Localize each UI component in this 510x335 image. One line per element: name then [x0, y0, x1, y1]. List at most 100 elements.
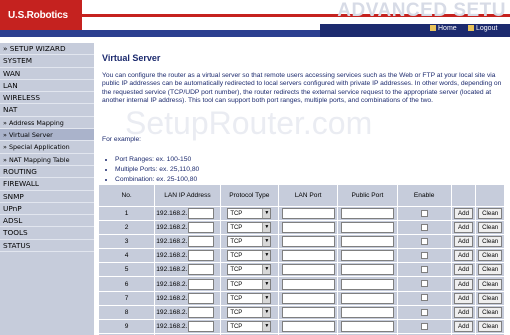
sidebar-item-nat[interactable]: NAT	[0, 104, 94, 117]
sidebar-item-wireless[interactable]: WIRELESS	[0, 92, 94, 105]
protocol-select[interactable]: TCP ▼	[227, 222, 272, 234]
clean-button[interactable]: Clean	[478, 264, 503, 276]
sidebar-item-upnp[interactable]: UPnP	[0, 203, 94, 216]
lan-port-input[interactable]	[281, 306, 335, 318]
dropdown-arrow-icon: ▼	[262, 307, 271, 317]
sidebar-item-tools[interactable]: TOOLS	[0, 227, 94, 240]
ip-prefix: 192.168.2.	[156, 224, 188, 232]
add-button[interactable]: Add	[454, 236, 474, 248]
protocol-cell: TCP ▼	[219, 248, 279, 264]
clean-button[interactable]: Clean	[478, 250, 503, 262]
sidebar-item-routing[interactable]: ROUTING	[0, 166, 94, 179]
home-link[interactable]: Home	[430, 25, 457, 32]
col-header-lan-port: LAN Port	[277, 184, 339, 207]
enable-checkbox[interactable]	[420, 252, 428, 260]
enable-checkbox[interactable]	[420, 266, 428, 274]
enable-checkbox[interactable]	[420, 308, 428, 316]
row-number: 4	[97, 248, 156, 264]
clean-cell: Clean	[475, 248, 505, 264]
logout-link[interactable]: Logout	[468, 25, 497, 32]
protocol-cell: TCP ▼	[219, 276, 279, 292]
add-cell: Add	[450, 304, 477, 320]
clean-button[interactable]: Clean	[478, 306, 503, 318]
public-port-input[interactable]	[340, 222, 394, 234]
add-button[interactable]: Add	[454, 320, 474, 332]
sidebar-item-snmp[interactable]: SNMP	[0, 191, 94, 203]
lan-port-input[interactable]	[281, 278, 335, 290]
clean-button[interactable]: Clean	[478, 208, 503, 220]
public-port-input[interactable]	[340, 250, 394, 262]
clean-button[interactable]: Clean	[478, 222, 503, 234]
ip-host-input[interactable]	[188, 222, 215, 234]
add-button[interactable]: Add	[454, 222, 474, 234]
sidebar-item-setup-wizard[interactable]: » SETUP WIZARD	[0, 43, 94, 56]
sidebar-item-firewall[interactable]: FIREWALL	[0, 178, 94, 191]
ip-host-input[interactable]	[188, 292, 215, 304]
lan-port-input[interactable]	[281, 236, 335, 248]
protocol-value: TCP	[230, 239, 243, 246]
ip-host-input[interactable]	[188, 236, 215, 248]
sidebar-item-address-mapping[interactable]: » Address Mapping	[0, 117, 94, 130]
lan-port-input[interactable]	[281, 250, 335, 262]
enable-checkbox[interactable]	[420, 238, 428, 246]
protocol-select[interactable]: TCP ▼	[227, 236, 272, 248]
protocol-select[interactable]: TCP ▼	[227, 250, 272, 262]
sidebar-item-nat-mapping-table[interactable]: » NAT Mapping Table	[0, 154, 94, 166]
sidebar-item-virtual-server[interactable]: » Virtual Server	[0, 129, 94, 142]
public-port-input[interactable]	[340, 306, 394, 318]
col-header-public-port: Public Port	[337, 184, 398, 207]
public-port-input[interactable]	[340, 208, 394, 220]
ip-host-input[interactable]	[188, 250, 215, 262]
add-button[interactable]: Add	[454, 250, 474, 262]
protocol-select[interactable]: TCP ▼	[227, 264, 272, 276]
sidebar: » SETUP WIZARD SYSTEM WAN LAN WIRELESS N…	[0, 43, 94, 335]
sidebar-item-adsl[interactable]: ADSL	[0, 215, 94, 228]
ip-host-input[interactable]	[188, 278, 215, 290]
ip-host-input[interactable]	[188, 306, 215, 318]
lan-port-input[interactable]	[281, 320, 335, 332]
sidebar-item-wan[interactable]: WAN	[0, 68, 94, 80]
enable-checkbox[interactable]	[420, 224, 428, 232]
lan-ip-cell: 192.168.2.	[154, 276, 221, 292]
clean-button[interactable]: Clean	[478, 278, 503, 290]
public-port-input[interactable]	[340, 264, 394, 276]
sidebar-item-status[interactable]: STATUS	[0, 240, 94, 253]
logout-icon	[468, 25, 474, 31]
enable-checkbox[interactable]	[420, 294, 428, 302]
add-button[interactable]: Add	[454, 264, 474, 276]
clean-button[interactable]: Clean	[478, 236, 503, 248]
enable-checkbox[interactable]	[420, 322, 428, 330]
example-item: Multiple Ports: ex. 25,110,80	[115, 165, 199, 175]
clean-cell: Clean	[475, 304, 505, 320]
protocol-select[interactable]: TCP ▼	[227, 306, 272, 318]
table-row: 8 192.168.2. TCP ▼ Add Clean	[97, 304, 505, 320]
ip-host-input[interactable]	[188, 264, 215, 276]
protocol-select[interactable]: TCP ▼	[227, 278, 272, 290]
sidebar-item-lan[interactable]: LAN	[0, 80, 94, 93]
add-button[interactable]: Add	[454, 292, 474, 304]
add-button[interactable]: Add	[454, 278, 474, 290]
public-port-input[interactable]	[340, 292, 394, 304]
enable-checkbox[interactable]	[420, 209, 428, 217]
lan-port-input[interactable]	[281, 292, 335, 304]
clean-button[interactable]: Clean	[478, 292, 503, 304]
sidebar-item-system[interactable]: SYSTEM	[0, 55, 94, 68]
col-header-enable: Enable	[396, 184, 452, 207]
ip-host-input[interactable]	[188, 208, 215, 220]
lan-port-input[interactable]	[281, 222, 335, 234]
protocol-select[interactable]: TCP ▼	[227, 292, 272, 304]
ip-host-input[interactable]	[188, 320, 215, 332]
public-port-input[interactable]	[340, 278, 394, 290]
add-button[interactable]: Add	[454, 208, 474, 220]
table-row: 4 192.168.2. TCP ▼ Add Clean	[97, 248, 505, 264]
lan-port-input[interactable]	[281, 208, 335, 220]
add-button[interactable]: Add	[454, 306, 474, 318]
lan-port-input[interactable]	[281, 264, 335, 276]
sidebar-item-special-application[interactable]: » Special Application	[0, 141, 94, 154]
protocol-select[interactable]: TCP ▼	[227, 208, 272, 220]
public-port-input[interactable]	[340, 236, 394, 248]
enable-checkbox[interactable]	[420, 280, 428, 288]
clean-button[interactable]: Clean	[478, 320, 503, 332]
public-port-input[interactable]	[340, 320, 394, 332]
protocol-select[interactable]: TCP ▼	[227, 320, 272, 332]
